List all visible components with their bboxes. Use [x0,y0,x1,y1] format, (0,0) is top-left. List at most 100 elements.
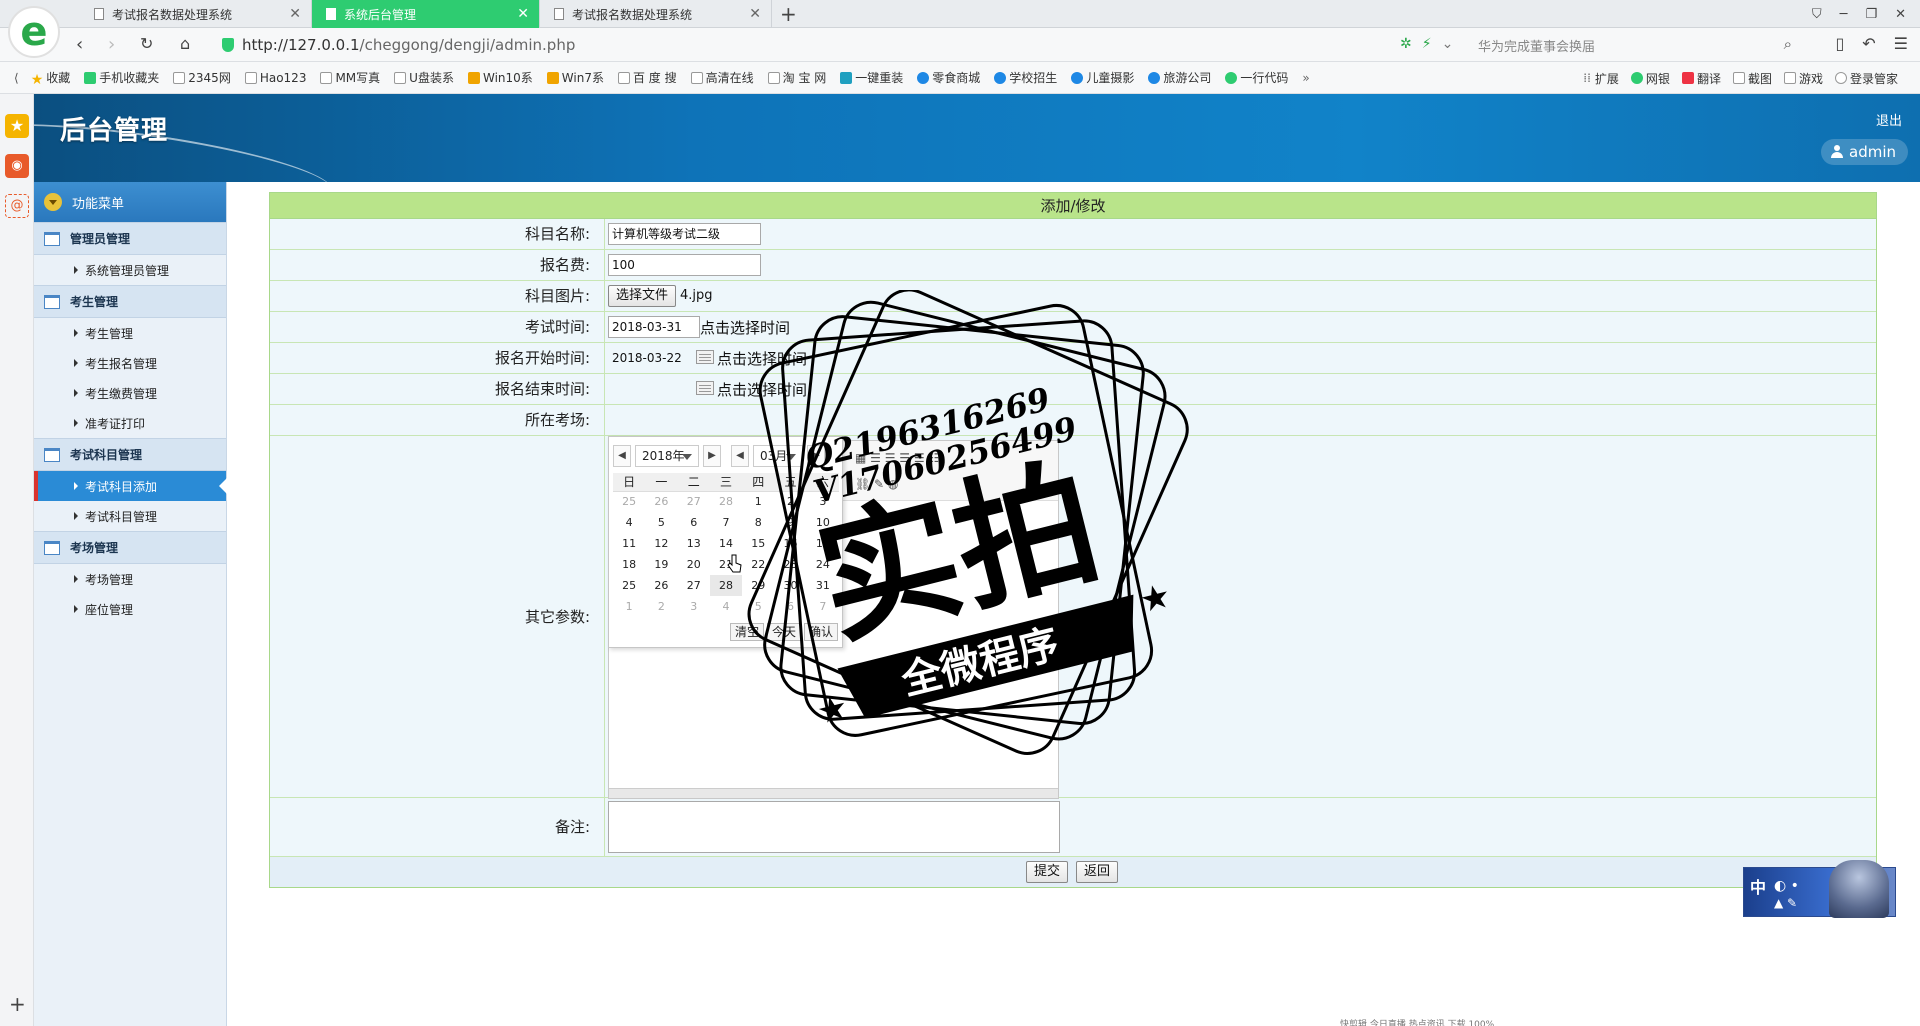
translate-button[interactable]: 翻译 [1681,70,1721,87]
undo-icon[interactable]: ↶ [1862,34,1875,53]
calendar-day[interactable]: 28 [709,575,743,596]
menu-item-payments[interactable]: 考生缴费管理 [34,378,226,408]
calendar-day[interactable]: 13 [678,533,710,554]
new-tab-icon[interactable]: + [780,2,797,26]
clear-button[interactable]: 清空 [729,623,764,641]
remark-textarea[interactable] [608,801,1060,853]
next-month-icon[interactable]: ▶ [807,445,825,467]
calendar-day[interactable]: 6 [774,596,806,617]
menu-group-subjects[interactable]: 考试科目管理 [34,438,226,471]
add-sidebar-icon[interactable]: + [9,992,26,1016]
menu-group-candidates[interactable]: 考生管理 [34,285,226,318]
skin-icon[interactable]: ⛉ [1812,7,1822,22]
calendar-day[interactable]: 2 [645,596,677,617]
calendar-day[interactable]: 25 [613,575,645,596]
pick-time-hint[interactable]: 点击选择时间 [717,379,807,400]
menu-header[interactable]: 功能菜单 [34,182,226,222]
venue-select-area[interactable] [606,405,1876,435]
forward-icon[interactable]: › [108,34,115,55]
bookmark-favorites[interactable]: ★ 收藏 [31,69,71,88]
games-button[interactable]: 游戏 [1783,70,1823,87]
next-year-icon[interactable]: ▶ [703,445,721,467]
back-icon[interactable]: ‹ [76,34,83,55]
calendar-day[interactable]: 2 [774,491,806,512]
back-button[interactable]: 返回 [1076,861,1119,883]
pick-time-hint[interactable]: 点击选择时间 [717,348,807,369]
menu-item-admission-print[interactable]: 准考证打印 [34,408,226,438]
bookmark-item[interactable]: 旅游公司 [1148,69,1211,86]
browser-tab-3[interactable]: 考试报名数据处理系统 ✕ [540,0,772,28]
calendar-day[interactable]: 6 [678,512,710,533]
exam-time-input[interactable]: 2018-03-31 [608,316,700,338]
calendar-day[interactable]: 16 [774,533,806,554]
calendar-day[interactable]: 7 [807,596,839,617]
calendar-day[interactable]: 4 [613,512,645,533]
login-manager-button[interactable]: 登录管家 [1834,70,1898,87]
bookmark-item[interactable]: 一键重装 [840,69,903,86]
calendar-day[interactable]: 3 [807,491,839,512]
calendar-day[interactable]: 10 [807,512,839,533]
reg-end-input[interactable] [608,378,694,400]
browser-tab-1[interactable]: 考试报名数据处理系统 ✕ [80,0,312,28]
calendar-day[interactable]: 26 [645,491,677,512]
refresh-icon[interactable]: ↻ [140,34,153,53]
collapse-sidebar-icon[interactable]: ⟨ [14,71,19,85]
extensions-button[interactable]: ⁞⁞ 扩展 [1583,70,1619,87]
calendar-day[interactable]: 5 [742,596,774,617]
more-bookmarks-button[interactable]: » [1302,71,1309,85]
confirm-button[interactable]: 确认 [803,623,838,641]
calendar-day[interactable]: 3 [678,596,710,617]
calendar-day[interactable]: 4 [710,596,742,617]
prev-month-icon[interactable]: ◀ [731,445,749,467]
calendar-day[interactable]: 7 [710,512,742,533]
calendar-day[interactable]: 27 [678,491,710,512]
bookmark-item[interactable]: Hao123 [244,71,306,85]
bookmark-item[interactable]: 高清在线 [690,69,754,86]
prev-year-icon[interactable]: ◀ [613,445,631,467]
calendar-day[interactable]: 8 [742,512,774,533]
calendar-day[interactable]: 11 [613,533,645,554]
menu-item-registrations[interactable]: 考生报名管理 [34,348,226,378]
bookmark-item[interactable]: 手机收藏夹 [84,69,159,86]
calendar-day[interactable]: 22 [742,554,774,575]
restore-icon[interactable]: ❐ [1865,7,1877,22]
fee-input[interactable]: 100 [608,254,761,276]
close-tab-icon[interactable]: ✕ [749,6,761,22]
calendar-day[interactable]: 5 [645,512,677,533]
menu-group-admin[interactable]: 管理员管理 [34,222,226,255]
menu-icon[interactable]: ☰ [1894,34,1908,53]
bookmark-item[interactable]: U盘装系 [394,69,454,86]
bookmark-item[interactable]: 百 度 搜 [617,69,677,86]
pick-time-hint[interactable]: 点击选择时间 [700,317,790,338]
menu-item-candidates[interactable]: 考生管理 [34,318,226,348]
browser-tab-2[interactable]: 系统后台管理 ✕ [312,0,540,28]
mail-icon[interactable]: @ [5,194,29,218]
month-select[interactable]: 03月 [753,445,803,467]
search-icon[interactable]: ⌕ [1784,35,1792,53]
calendar-day[interactable]: 30 [774,575,806,596]
weibo-icon[interactable]: ◉ [5,154,29,178]
close-window-icon[interactable]: ✕ [1895,7,1906,22]
calendar-day[interactable]: 19 [645,554,677,575]
calendar-day[interactable]: 12 [645,533,677,554]
logout-link[interactable]: 退出 [1876,110,1902,129]
bookmark-item[interactable]: 学校招生 [994,69,1057,86]
bookmark-item[interactable]: Win10系 [467,69,533,86]
bookmark-item[interactable]: 2345网 [173,69,231,86]
calendar-day[interactable]: 14 [710,533,742,554]
menu-item-subject-manage[interactable]: 考试科目管理 [34,501,226,531]
calendar-day[interactable]: 20 [678,554,710,575]
bookmark-item[interactable]: 淘 宝 网 [767,69,826,86]
calendar-icon[interactable] [696,381,714,395]
reg-start-input[interactable]: 2018-03-22 [608,347,694,369]
subject-name-input[interactable]: 计算机等级考试二级 [608,223,761,245]
calendar-icon[interactable] [696,350,714,364]
menu-item-subject-add[interactable]: 考试科目添加 [34,471,227,501]
minimize-icon[interactable]: ─ [1840,7,1848,22]
ime-widget[interactable]: 中 ◐ • ▲ ✎ [1743,860,1896,918]
calendar-day[interactable]: 9 [774,512,806,533]
year-select[interactable]: 2018年 [635,445,699,467]
format-icon[interactable]: ▦ ☰ ☰ ☰ ☰ ☷ [855,451,939,465]
calendar-day[interactable]: 18 [613,554,645,575]
favorites-star-icon[interactable]: ★ [5,114,29,138]
